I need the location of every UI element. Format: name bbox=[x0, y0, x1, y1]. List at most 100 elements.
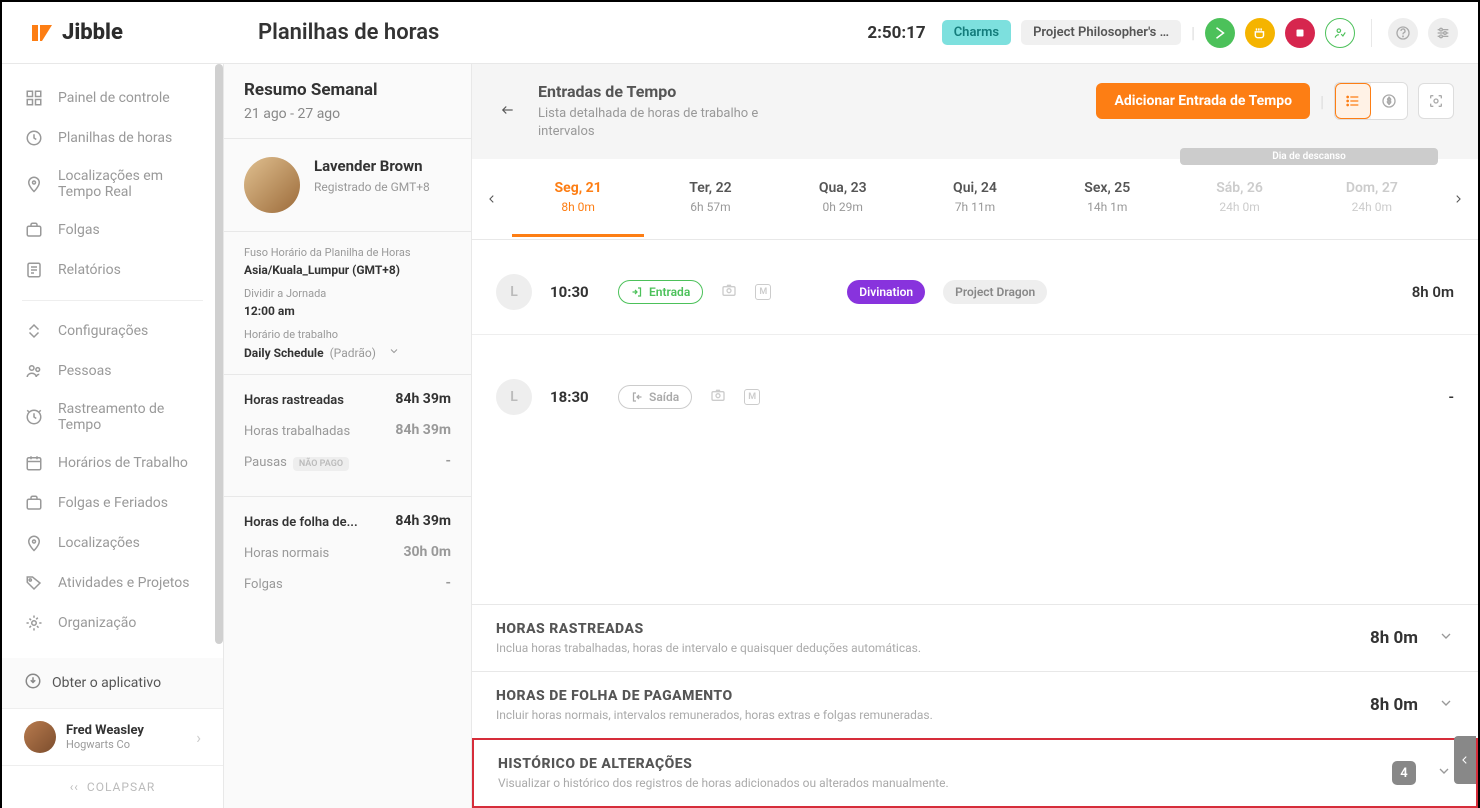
day-tab-1[interactable]: Ter, 22 6h 57m bbox=[644, 162, 776, 237]
stat-value: 30h 0m bbox=[403, 544, 451, 560]
accordion-value: 8h 0m bbox=[1370, 628, 1418, 648]
work-schedule-label: Horário de trabalho bbox=[244, 328, 451, 341]
tracking-icon bbox=[24, 407, 44, 427]
report-icon bbox=[24, 260, 44, 280]
day-tabs: Seg, 218h 0mTer, 22 6h 57mQua, 23 0h 29mQu… bbox=[472, 159, 1478, 240]
back-button[interactable] bbox=[496, 98, 520, 122]
manual-badge-icon: M bbox=[744, 389, 760, 405]
sidebar-item-label: Relatórios bbox=[58, 262, 121, 278]
sidebar-item-localiza-es[interactable]: Localizações bbox=[2, 523, 223, 563]
person-check-button[interactable] bbox=[1325, 18, 1355, 48]
person-avatar bbox=[244, 157, 300, 213]
clock-out-button[interactable] bbox=[1285, 18, 1315, 48]
sidebar-item-rastreamento-de-tempo[interactable]: Rastreamento de Tempo bbox=[2, 391, 223, 443]
day-tab-0[interactable]: Seg, 218h 0m bbox=[512, 162, 644, 237]
day-tab-4[interactable]: Sex, 2514h 1m bbox=[1041, 162, 1173, 237]
sidebar-item-painel-de-controle[interactable]: Painel de controle bbox=[2, 78, 223, 118]
day-duration: 6h 57m bbox=[644, 200, 776, 214]
briefcase-icon bbox=[24, 220, 44, 240]
summary-panel: Resumo Semanal 21 ago - 27 ago Lavender … bbox=[224, 64, 472, 808]
panel-collapse-tab[interactable] bbox=[1454, 736, 1476, 784]
dashboard-icon bbox=[24, 88, 44, 108]
app-header: Jibble Planilhas de horas 2:50:17 Charms… bbox=[2, 2, 1478, 64]
sidebar-item-folgas[interactable]: Folgas bbox=[2, 210, 223, 250]
sidebar-item-atividades-e-projetos[interactable]: Atividades e Projetos bbox=[2, 563, 223, 603]
stat-label: Horas de folha de... bbox=[244, 515, 358, 530]
accordion-subtitle: Incluir horas normais, intervalos remune… bbox=[496, 708, 933, 722]
day-tab-3[interactable]: Qui, 247h 11m bbox=[909, 162, 1041, 237]
schedule-default: (Padrão) bbox=[330, 346, 376, 360]
list-view-button[interactable] bbox=[1335, 83, 1371, 119]
sidebar-item-folgas-e-feriados[interactable]: Folgas e Feriados bbox=[2, 483, 223, 523]
money-view-button[interactable]: $ bbox=[1371, 83, 1407, 119]
sidebar-item-configura-es[interactable]: Configurações bbox=[2, 311, 223, 351]
entry-type-badge: Saída bbox=[618, 385, 692, 409]
add-entry-button[interactable]: Adicionar Entrada de Tempo bbox=[1096, 83, 1310, 119]
sidebar: Painel de controlePlanilhas de horasLoca… bbox=[2, 64, 224, 808]
time-entry-row[interactable]: L10:30EntradaMDivinationProject Dragon8h… bbox=[472, 260, 1478, 324]
sidebar-item-label: Pessoas bbox=[58, 363, 111, 379]
day-duration: 14h 1m bbox=[1041, 200, 1173, 214]
schedule-selector[interactable]: Daily Schedule (Padrão) bbox=[244, 345, 451, 360]
sidebar-item-planilhas-de-horas[interactable]: Planilhas de horas bbox=[2, 118, 223, 158]
unpaid-badge: NÃO PAGO bbox=[293, 457, 349, 471]
entry-avatar: L bbox=[496, 379, 532, 415]
day-tab-6[interactable]: Dom, 2724h 0m bbox=[1306, 162, 1438, 237]
clock-in-button[interactable] bbox=[1205, 18, 1235, 48]
accordion-horas-de-folha-de-pagamento[interactable]: HORAS DE FOLHA DE PAGAMENTOIncluir horas… bbox=[472, 671, 1478, 738]
sidebar-item-pessoas[interactable]: Pessoas bbox=[2, 351, 223, 391]
person-timezone: Registrado de GMT+8 bbox=[314, 179, 430, 196]
entry-duration: - bbox=[1448, 388, 1454, 406]
chevron-down-icon[interactable] bbox=[1438, 628, 1454, 648]
collapse-sidebar-button[interactable]: ‹‹ COLAPSAR bbox=[2, 765, 223, 808]
sidebar-scrollbar[interactable] bbox=[215, 64, 223, 808]
activity-badge[interactable]: Charms bbox=[942, 20, 1011, 45]
stat-label: Horas rastreadas bbox=[244, 393, 344, 408]
chevron-down-icon[interactable] bbox=[1438, 695, 1454, 715]
next-week-button[interactable] bbox=[1438, 159, 1478, 239]
accordion-hist-rico-de-altera-es[interactable]: HISTÓRICO DE ALTERAÇÕES Visualizar o hist… bbox=[472, 738, 1478, 808]
entry-duration: 8h 0m bbox=[1412, 283, 1454, 301]
break-button[interactable] bbox=[1245, 18, 1275, 48]
collapse-label: COLAPSAR bbox=[87, 780, 155, 794]
stat-label: Folgas bbox=[244, 577, 283, 592]
tag-icon bbox=[24, 573, 44, 593]
day-label: Qua, 23 bbox=[777, 180, 909, 196]
chevron-left-double-icon: ‹‹ bbox=[70, 780, 79, 794]
user-company: Hogwarts Co bbox=[66, 738, 186, 751]
accordion-subtitle: Visualizar o histórico dos registros de … bbox=[498, 776, 949, 790]
svg-text:$: $ bbox=[1387, 97, 1391, 106]
day-tab-5[interactable]: Dia de descansoSáb, 2624h 0m bbox=[1173, 162, 1305, 237]
sidebar-item-hor-rios-de-trabalho[interactable]: Horários de Trabalho bbox=[2, 443, 223, 483]
focus-button[interactable] bbox=[1418, 83, 1454, 119]
sidebar-user-row[interactable]: Fred Weasley Hogwarts Co › bbox=[2, 708, 223, 765]
stat-label: Pausas bbox=[244, 455, 287, 470]
timezone-label: Fuso Horário da Planilha de Horas bbox=[244, 246, 451, 259]
settings-button[interactable] bbox=[1428, 18, 1458, 48]
gear-icon bbox=[24, 613, 44, 633]
sidebar-item-localiza-es-em-tempo-real[interactable]: Localizações em Tempo Real bbox=[2, 158, 223, 210]
day-label: Dom, 27 bbox=[1306, 180, 1438, 196]
project-badge[interactable]: Project Philosopher's S… bbox=[1021, 20, 1181, 45]
main-subtitle: Lista detalhada de horas de trabalho e i… bbox=[538, 105, 798, 141]
day-duration: 7h 11m bbox=[909, 200, 1041, 214]
prev-week-button[interactable] bbox=[472, 159, 512, 239]
stat-value: 84h 39m bbox=[395, 391, 451, 407]
stat-value: 84h 39m bbox=[395, 513, 451, 529]
get-app-button[interactable]: Obter o aplicativo bbox=[2, 658, 223, 708]
accordion-horas-rastreadas[interactable]: HORAS RASTREADASInclua horas trabalhadas… bbox=[472, 604, 1478, 671]
sidebar-item-organiza-o[interactable]: Organização bbox=[2, 603, 223, 643]
sidebar-item-relat-rios[interactable]: Relatórios bbox=[2, 250, 223, 290]
logo-area[interactable]: Jibble bbox=[2, 20, 234, 45]
entry-type-badge: Entrada bbox=[618, 280, 703, 304]
time-entry-row[interactable]: L18:30SaídaM- bbox=[472, 365, 1478, 429]
accordion-title: HISTÓRICO DE ALTERAÇÕES bbox=[498, 756, 949, 772]
stat-label: Horas trabalhadas bbox=[244, 424, 350, 439]
help-button[interactable] bbox=[1388, 18, 1418, 48]
timezone-value: Asia/Kuala_Lumpur (GMT+8) bbox=[244, 263, 451, 277]
entry-time: 10:30 bbox=[550, 283, 600, 301]
day-label: Ter, 22 bbox=[644, 180, 776, 196]
day-tab-2[interactable]: Qua, 23 0h 29m bbox=[777, 162, 909, 237]
day-duration: 0h 29m bbox=[777, 200, 909, 214]
chevron-down-icon[interactable] bbox=[1436, 763, 1452, 783]
